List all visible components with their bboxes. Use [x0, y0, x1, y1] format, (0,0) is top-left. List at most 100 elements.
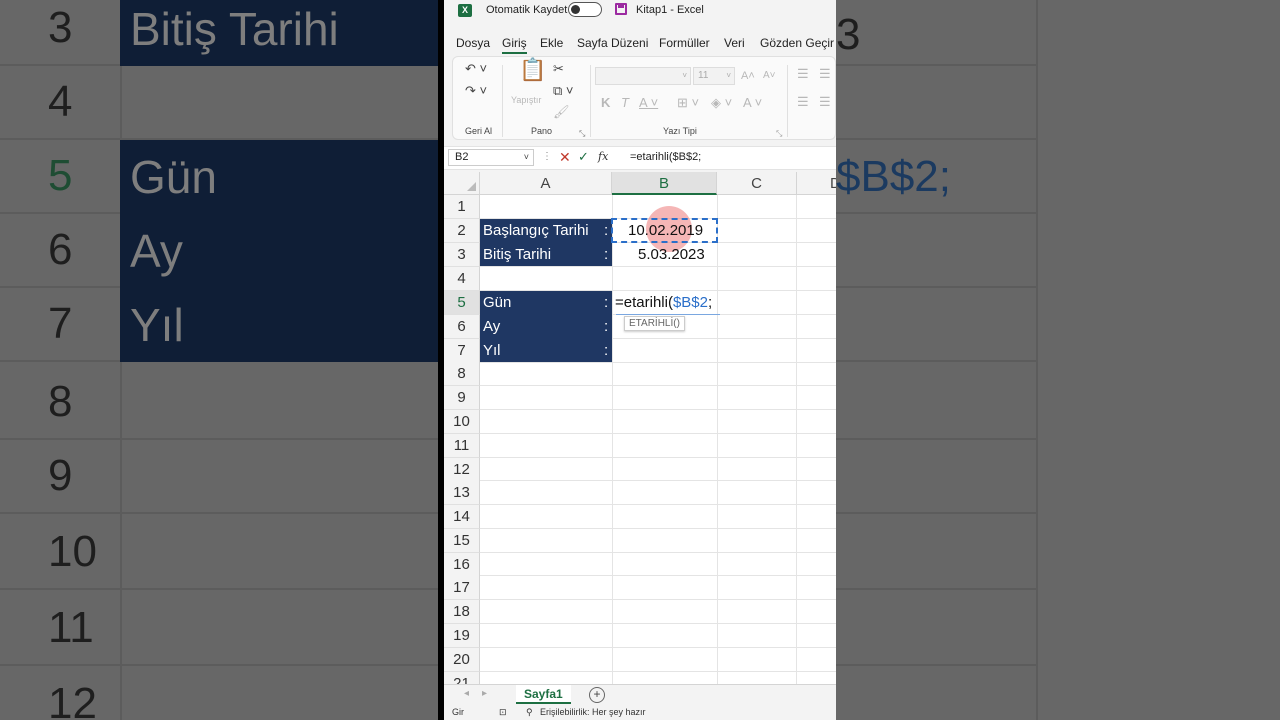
- background-row-number: 6: [0, 214, 120, 288]
- column-header-b[interactable]: B: [612, 172, 717, 195]
- bold-icon[interactable]: K: [601, 96, 610, 110]
- colon: :: [604, 342, 609, 359]
- shrink-font-icon[interactable]: A˅: [763, 69, 776, 83]
- background-gridline: [1036, 0, 1038, 720]
- row-header[interactable]: 14: [444, 505, 480, 529]
- cell-b5-editing[interactable]: =etarihli($B$2;: [615, 294, 712, 311]
- name-box[interactable]: B2 ˅: [448, 149, 534, 166]
- worksheet-grid[interactable]: A B C D 1 2 3 4 5 6 7 8 9 10 11 12 13 14…: [444, 172, 836, 684]
- formula-function: =etarihli(: [615, 294, 673, 311]
- formula-separator: ;: [708, 294, 713, 311]
- save-icon[interactable]: [615, 3, 627, 15]
- undo-icon[interactable]: ↶ ˅: [465, 62, 487, 76]
- row-header[interactable]: 2: [444, 219, 480, 243]
- gridline: [480, 457, 836, 458]
- accessibility-status[interactable]: Erişilebilirlik: Her şey hazır: [540, 707, 646, 717]
- gridline: [717, 195, 718, 684]
- background-cell: [120, 440, 438, 514]
- cell-a6[interactable]: Ay: [483, 318, 500, 335]
- background-label: Gün: [120, 140, 438, 214]
- align-left-icon[interactable]: ☰: [797, 95, 809, 109]
- cut-icon[interactable]: ✂: [553, 62, 564, 76]
- row-header[interactable]: 8: [444, 362, 480, 386]
- sheet-tab-sayfa1[interactable]: Sayfa1: [516, 685, 571, 704]
- macro-record-icon[interactable]: ⊡: [499, 707, 507, 718]
- borders-icon[interactable]: ⊞ ˅: [677, 96, 699, 110]
- fill-color-icon[interactable]: ◈ ˅: [711, 96, 732, 110]
- background-cell: [120, 592, 438, 666]
- row-header[interactable]: 12: [444, 458, 480, 482]
- select-all-button[interactable]: [444, 172, 480, 195]
- cell-b3[interactable]: 5.03.2023: [638, 246, 705, 263]
- font-size-dropdown[interactable]: 11 ˅: [693, 67, 735, 85]
- row-header[interactable]: 15: [444, 529, 480, 553]
- column-header-a[interactable]: A: [480, 172, 612, 195]
- row-header[interactable]: 7: [444, 339, 480, 363]
- underline-icon[interactable]: A ˅: [639, 96, 658, 110]
- paste-icon[interactable]: 📋: [519, 59, 546, 81]
- font-name-dropdown[interactable]: ˅: [595, 67, 691, 85]
- row-header[interactable]: 20: [444, 648, 480, 672]
- autosave-toggle[interactable]: [568, 2, 602, 17]
- tab-veri[interactable]: Veri: [724, 36, 745, 50]
- copy-icon[interactable]: ⧉ ˅: [553, 84, 574, 98]
- sheet-tab-bar: ◂ ▸ Sayfa1 +: [444, 684, 836, 705]
- row-header[interactable]: 19: [444, 624, 480, 648]
- row-header[interactable]: 3: [444, 243, 480, 267]
- insert-function-icon[interactable]: fx: [598, 150, 608, 163]
- row-header[interactable]: 4: [444, 267, 480, 291]
- column-header-d[interactable]: D: [797, 172, 836, 195]
- add-sheet-icon[interactable]: +: [589, 687, 605, 703]
- tab-gozden-gecir[interactable]: Gözden Geçir: [760, 36, 834, 50]
- dialog-launcher-icon[interactable]: ⤡: [776, 127, 782, 141]
- row-header[interactable]: 21: [444, 672, 480, 684]
- background-zoom-right: 3 $B$2;: [836, 0, 1280, 720]
- row-header[interactable]: 17: [444, 576, 480, 600]
- align-top-icon[interactable]: ☰: [797, 67, 809, 81]
- row-header[interactable]: 6: [444, 315, 480, 339]
- redo-icon[interactable]: ↷ ˅: [465, 84, 487, 98]
- tab-dosya[interactable]: Dosya: [456, 36, 490, 50]
- gridline: [480, 362, 836, 363]
- scroll-right-icon[interactable]: ▸: [482, 688, 487, 699]
- font-color-icon[interactable]: A ˅: [743, 96, 762, 110]
- gridline: [480, 528, 836, 529]
- italic-icon[interactable]: T: [621, 96, 629, 110]
- row-header[interactable]: 18: [444, 600, 480, 624]
- background-cell: [120, 516, 438, 590]
- tab-giris[interactable]: Giriş: [502, 36, 527, 54]
- formula-input[interactable]: =etarihli($B$2;: [630, 151, 701, 163]
- align-center-icon[interactable]: ☰: [819, 95, 831, 109]
- row-header[interactable]: 1: [444, 195, 480, 219]
- cell-a2[interactable]: Başlangıç Tarihi: [483, 222, 589, 239]
- column-header-c[interactable]: C: [717, 172, 797, 195]
- enter-icon[interactable]: ✓: [578, 149, 589, 165]
- group-label-font: Yazı Tipi: [663, 126, 697, 136]
- cell-b2[interactable]: 10.02.2019: [628, 222, 703, 239]
- gridline: [612, 195, 613, 684]
- grow-font-icon[interactable]: A˄: [741, 69, 755, 83]
- row-header[interactable]: 13: [444, 481, 480, 505]
- row-header[interactable]: 11: [444, 434, 480, 458]
- cancel-icon[interactable]: ✕: [559, 149, 571, 166]
- cell-a7[interactable]: Yıl: [483, 342, 501, 359]
- cell-a5[interactable]: Gün: [483, 294, 511, 311]
- paste-label[interactable]: Yapıştır: [511, 93, 541, 107]
- tab-sayfa-duzeni[interactable]: Sayfa Düzeni: [577, 36, 648, 50]
- dialog-launcher-icon[interactable]: ⤡: [579, 127, 585, 141]
- function-tooltip[interactable]: ETARİHLİ(): [624, 316, 685, 331]
- align-middle-icon[interactable]: ☰: [819, 67, 831, 81]
- cell-a3[interactable]: Bitiş Tarihi: [483, 246, 551, 263]
- tab-formuller[interactable]: Formüller: [659, 36, 710, 50]
- colon: :: [604, 222, 609, 239]
- gridline: [480, 409, 836, 410]
- format-painter-icon[interactable]: 🖌: [553, 105, 570, 119]
- chevron-down-icon: ˅: [726, 71, 731, 80]
- tab-ekle[interactable]: Ekle: [540, 36, 563, 50]
- row-header[interactable]: 16: [444, 553, 480, 577]
- row-header[interactable]: 10: [444, 410, 480, 434]
- scroll-left-icon[interactable]: ◂: [464, 688, 469, 699]
- row-header[interactable]: 5: [444, 291, 480, 315]
- row-header[interactable]: 9: [444, 386, 480, 410]
- background-label: Yıl: [120, 288, 438, 362]
